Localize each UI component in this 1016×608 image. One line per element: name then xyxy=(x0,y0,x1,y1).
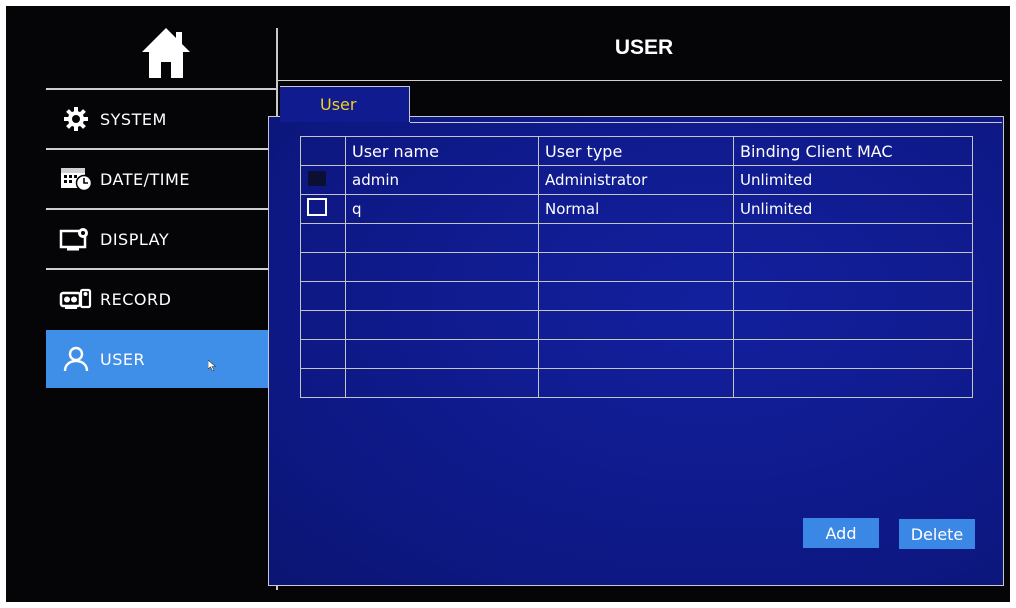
sidebar-item-date-time[interactable]: DATE/TIME xyxy=(46,148,276,208)
sidebar-item-label: SYSTEM xyxy=(100,109,167,129)
binding-mac-cell: Unlimited xyxy=(733,165,973,195)
empty-cell xyxy=(300,339,346,369)
table-row[interactable]: q Normal Unlimited xyxy=(300,194,973,224)
empty-cell xyxy=(300,223,346,253)
column-header-user-type: User type xyxy=(538,136,734,166)
empty-cell xyxy=(345,223,539,253)
empty-cell xyxy=(733,223,973,253)
column-header-binding-mac: Binding Client MAC xyxy=(733,136,973,166)
camera-record-icon xyxy=(58,286,94,312)
add-button[interactable]: Add xyxy=(803,518,879,548)
empty-cell xyxy=(538,310,734,340)
empty-cell xyxy=(538,281,734,311)
sidebar-menu: SYSTEM DATE/TIME DISPLAY RECORD USER xyxy=(46,88,276,388)
sidebar-item-system[interactable]: SYSTEM xyxy=(46,88,276,148)
tab-divider xyxy=(410,122,1002,123)
user-table: User name User type Binding Client MAC a… xyxy=(300,136,973,398)
empty-cell xyxy=(300,281,346,311)
header-divider xyxy=(278,80,1002,81)
table-header-row: User name User type Binding Client MAC xyxy=(300,136,973,166)
empty-cell xyxy=(733,252,973,282)
mouse-cursor-icon xyxy=(207,356,217,375)
select-column-header xyxy=(300,136,346,166)
page-title: USER xyxy=(614,36,674,59)
sidebar-item-record[interactable]: RECORD xyxy=(46,268,276,328)
sidebar-item-display[interactable]: DISPLAY xyxy=(46,208,276,268)
screen: SYSTEM DATE/TIME DISPLAY RECORD USER USE… xyxy=(6,6,1010,602)
row-checkbox[interactable] xyxy=(308,170,326,186)
empty-cell xyxy=(345,310,539,340)
empty-cell xyxy=(300,368,346,398)
sidebar-item-label: USER xyxy=(100,349,146,369)
empty-cell xyxy=(733,368,973,398)
empty-cell xyxy=(345,339,539,369)
sidebar-item-label: DISPLAY xyxy=(100,229,170,249)
table-row xyxy=(300,339,973,369)
sidebar-item-user[interactable]: USER xyxy=(46,330,276,388)
empty-cell xyxy=(345,281,539,311)
column-header-user-name: User name xyxy=(345,136,539,166)
table-row xyxy=(300,281,973,311)
user-name-cell: q xyxy=(345,194,539,224)
empty-cell xyxy=(300,310,346,340)
empty-cell xyxy=(733,339,973,369)
sidebar-item-label: DATE/TIME xyxy=(100,169,190,189)
user-type-cell: Administrator xyxy=(538,165,734,195)
home-icon[interactable] xyxy=(140,26,192,80)
user-type-cell: Normal xyxy=(538,194,734,224)
empty-cell xyxy=(300,252,346,282)
table-row xyxy=(300,368,973,398)
delete-button[interactable]: Delete xyxy=(899,519,975,549)
tab-user[interactable]: User xyxy=(280,86,410,122)
monitor-settings-icon xyxy=(58,226,94,252)
table-row xyxy=(300,252,973,282)
sidebar-item-label: RECORD xyxy=(100,289,172,309)
row-select-cell[interactable] xyxy=(300,194,346,224)
empty-cell xyxy=(345,252,539,282)
user-name-cell: admin xyxy=(345,165,539,195)
binding-mac-cell: Unlimited xyxy=(733,194,973,224)
gear-icon xyxy=(58,106,94,132)
empty-cell xyxy=(733,281,973,311)
empty-cell xyxy=(538,252,734,282)
empty-cell xyxy=(345,368,539,398)
table-row xyxy=(300,310,973,340)
user-icon xyxy=(58,346,94,372)
table-row xyxy=(300,223,973,253)
calendar-clock-icon xyxy=(58,166,94,192)
row-checkbox[interactable] xyxy=(307,198,327,216)
empty-cell xyxy=(538,339,734,369)
empty-cell xyxy=(538,368,734,398)
row-select-cell[interactable] xyxy=(300,165,346,195)
empty-cell xyxy=(538,223,734,253)
table-row[interactable]: admin Administrator Unlimited xyxy=(300,165,973,195)
empty-cell xyxy=(733,310,973,340)
